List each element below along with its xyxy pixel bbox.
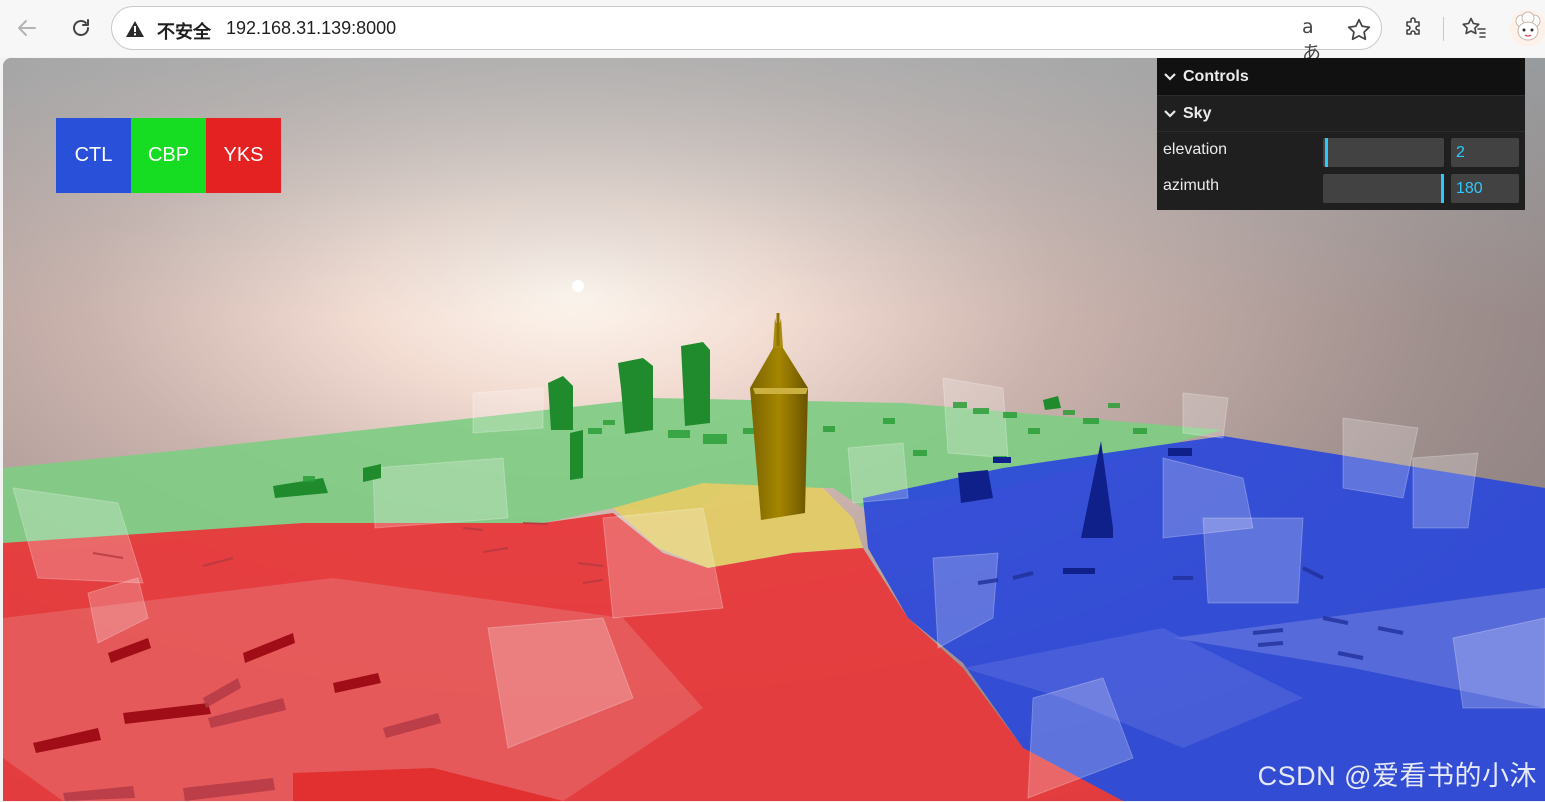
azimuth-label: azimuth [1163, 177, 1220, 194]
controls-panel: Controls Sky elevation azimuth [1157, 58, 1525, 210]
region-button-cbp[interactable]: CBP [131, 118, 206, 193]
controls-title: Controls [1183, 67, 1249, 85]
bookmark-star-icon[interactable] [1346, 17, 1372, 43]
back-arrow-icon [18, 20, 36, 36]
elevation-slider[interactable] [1323, 138, 1444, 167]
sky-folder-title: Sky [1183, 104, 1212, 122]
region-button-ctl[interactable]: CTL [56, 118, 131, 193]
elevation-slider-thumb[interactable] [1325, 138, 1328, 167]
region-button-yks[interactable]: YKS [206, 118, 281, 193]
warning-icon[interactable] [125, 19, 145, 39]
back-button[interactable] [9, 10, 45, 46]
sun [572, 280, 584, 292]
sky-folder-header[interactable]: Sky [1157, 96, 1525, 132]
puzzle-icon [1406, 17, 1420, 35]
azimuth-slider[interactable] [1323, 174, 1444, 203]
green-tower-1 [548, 376, 573, 430]
chevron-down-icon [1164, 109, 1176, 118]
chevron-down-icon [1164, 72, 1176, 81]
controls-title-bar[interactable]: Controls [1157, 58, 1525, 96]
extensions-button[interactable] [1396, 10, 1432, 46]
elevation-control: elevation [1157, 132, 1525, 168]
address-bar[interactable]: 不安全 192.168.31.139:8000 aあ [111, 6, 1382, 64]
toolbar-divider [1443, 17, 1444, 41]
watermark-text: CSDN @爱看书的小沐 [1257, 761, 1537, 791]
reload-icon [73, 19, 89, 36]
favorites-icon [1462, 17, 1486, 38]
security-status[interactable]: 不安全 [157, 18, 211, 44]
browser-toolbar: 不安全 192.168.31.139:8000 aあ [0, 0, 1545, 64]
reload-button[interactable] [63, 10, 99, 46]
favorites-button[interactable] [1456, 10, 1492, 46]
sheep-avatar-icon [1510, 10, 1545, 46]
translate-icon[interactable]: aあ [1302, 16, 1330, 64]
azimuth-control: azimuth [1157, 168, 1525, 204]
elevation-input[interactable] [1451, 138, 1519, 167]
azimuth-input[interactable] [1451, 174, 1519, 203]
elevation-label: elevation [1163, 141, 1228, 158]
profile-avatar[interactable] [1510, 10, 1545, 46]
webgl-viewport[interactable]: CTL CBP YKS Controls Sky elevation azimu… [3, 58, 1545, 801]
azimuth-slider-thumb[interactable] [1441, 174, 1444, 203]
green-tower-3 [681, 342, 710, 426]
region-legend: CTL CBP YKS [56, 118, 281, 193]
url-text[interactable]: 192.168.31.139:8000 [226, 18, 396, 39]
